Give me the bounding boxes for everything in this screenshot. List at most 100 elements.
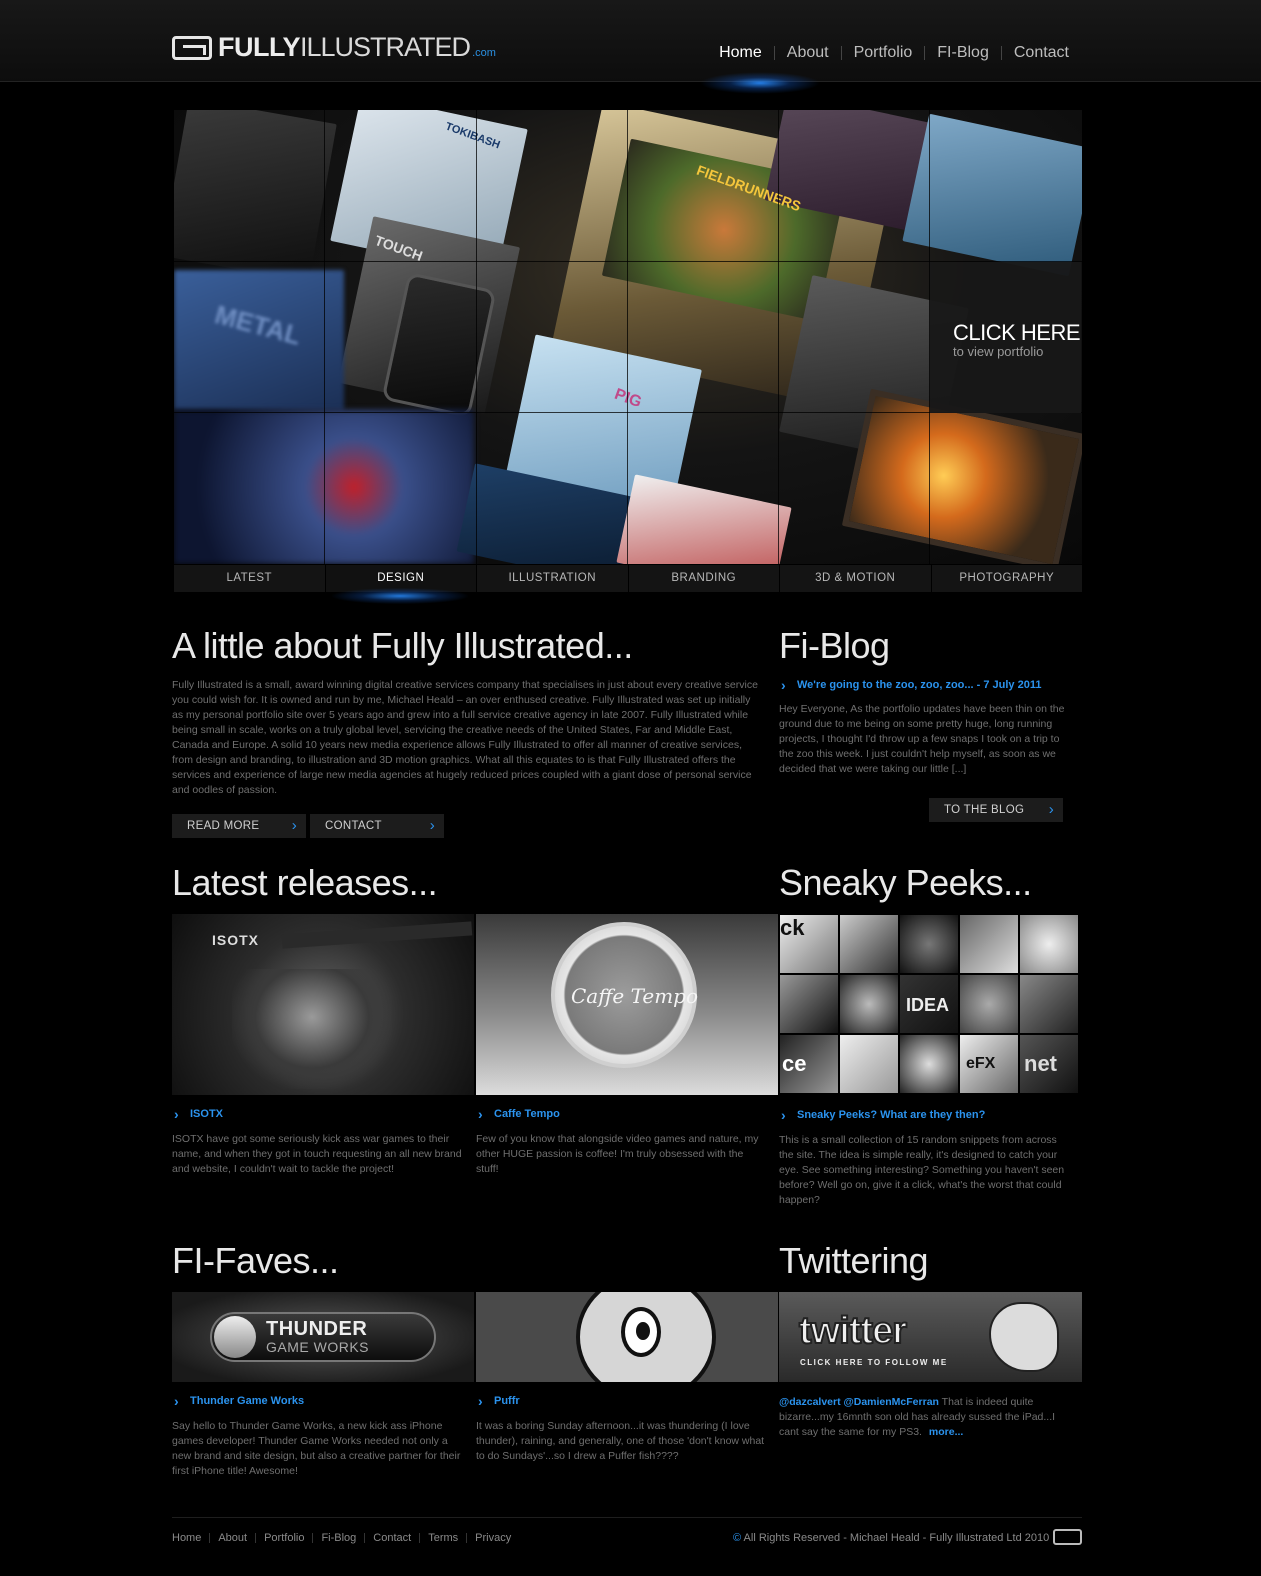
peek-tile[interactable]: net [1019, 1034, 1079, 1094]
hero-shot [841, 388, 1082, 564]
nav-active-glow [700, 72, 820, 94]
contact-label: CONTACT [325, 820, 382, 832]
chevron-right-icon: › [1048, 801, 1054, 818]
puffer-pupil-icon [636, 1322, 650, 1340]
footer-terms-link[interactable]: Terms [420, 1532, 466, 1544]
logo-light-text: ILLUSTRATED [300, 32, 471, 62]
sneaky-peeks-link[interactable]: Sneaky Peeks? What are they then? [779, 1107, 985, 1123]
sneaky-peeks-grid: ck IDEA ce eFX net [779, 914, 1082, 1095]
isotx-site-bar [281, 921, 473, 949]
hero-grid-line [778, 110, 779, 564]
footer-blog-link[interactable]: Fi-Blog [313, 1532, 364, 1544]
twitter-follow-thumbnail[interactable]: twitter CLICK HERE TO FOLLOW ME [779, 1292, 1082, 1382]
footer-about-link[interactable]: About [210, 1532, 255, 1544]
thunder-game-works-thumbnail[interactable]: THUNDER GAME WORKS [172, 1292, 474, 1382]
puffr-thumbnail[interactable] [476, 1292, 778, 1382]
tweet-more-link[interactable]: more... [929, 1426, 963, 1438]
peek-tile[interactable]: IDEA [899, 974, 959, 1034]
peek-tile[interactable]: eFX [959, 1034, 1019, 1094]
peek-tile[interactable] [899, 1034, 959, 1094]
isotx-link[interactable]: ISOTX [172, 1106, 223, 1122]
tweet-text-block: @dazcalvert @DamienMcFerran That is inde… [779, 1395, 1071, 1440]
tab-illustration[interactable]: ILLUSTRATION [477, 565, 629, 592]
peek-tile[interactable] [899, 914, 959, 974]
peek-tile[interactable] [959, 974, 1019, 1034]
peek-tile-text: IDEA [906, 995, 950, 1015]
twitter-follow-text: CLICK HERE TO FOLLOW ME [800, 1358, 948, 1367]
nav-home[interactable]: Home [707, 44, 774, 62]
tweet-handles[interactable]: @dazcalvert @DamienMcFerran [779, 1396, 939, 1408]
peek-tile[interactable] [839, 1034, 899, 1094]
view-portfolio-cta[interactable]: CLICK HERE to view portfolio [930, 262, 1081, 413]
tab-latest[interactable]: LATEST [174, 565, 326, 592]
peek-tile[interactable] [1019, 974, 1079, 1034]
caffe-tempo-thumb-text: Caffe Tempo [571, 984, 699, 1008]
footer-nav: Home About Portfolio Fi-Blog Contact Ter… [172, 1532, 519, 1544]
cta-title: CLICK HERE [953, 320, 1081, 345]
latest-releases-heading: Latest releases... [172, 862, 438, 903]
footer-logo-icon[interactable] [1053, 1529, 1082, 1545]
blog-post-link[interactable]: We're going to the zoo, zoo, zoo... - 7 … [779, 677, 1041, 693]
main-nav: Home About Portfolio FI-Blog Contact [707, 44, 1081, 62]
thunder-title: THUNDER [266, 1318, 368, 1340]
footer-home-link[interactable]: Home [172, 1532, 209, 1544]
to-the-blog-button[interactable]: TO THE BLOG › [929, 798, 1063, 822]
footer-portfolio-link[interactable]: Portfolio [256, 1532, 312, 1544]
isotx-thumbnail[interactable]: ISOTX [172, 914, 474, 1095]
sneaky-peeks-heading: Sneaky Peeks... [779, 862, 1032, 903]
read-more-button[interactable]: READ MORE › [172, 814, 306, 838]
contact-button[interactable]: CONTACT › [310, 814, 444, 838]
tab-photography[interactable]: PHOTOGRAPHY [931, 565, 1082, 592]
nav-contact[interactable]: Contact [1002, 44, 1081, 62]
twittering-heading: Twittering [779, 1240, 929, 1281]
footer-privacy-link[interactable]: Privacy [467, 1532, 519, 1544]
twitter-bird-icon [989, 1302, 1059, 1372]
fi-faves-heading: FI-Faves... [172, 1240, 339, 1281]
tab-branding[interactable]: BRANDING [628, 565, 780, 592]
site-header: FULLY ILLUSTRATED .com Home About Portfo… [0, 0, 1261, 82]
portfolio-hero[interactable]: FIELDRUNNERS TOUCH TOKIBASH PIG METAL CL… [174, 110, 1082, 564]
sneaky-peeks-text: This is a small collection of 15 random … [779, 1134, 1065, 1206]
peek-tile[interactable]: ck [779, 914, 839, 974]
puffr-link[interactable]: Puffr [476, 1393, 520, 1409]
puffr-text: It was a boring Sunday afternoon...it wa… [476, 1420, 765, 1462]
hero-grid-line [324, 110, 325, 564]
nav-about[interactable]: About [775, 44, 841, 62]
about-heading: A little about Fully Illustrated... [172, 625, 633, 666]
peek-tile-text: eFX [966, 1055, 996, 1072]
isotx-soldiers-art [232, 969, 392, 1089]
copyright-text: All Rights Reserved - Michael Heald - Fu… [741, 1532, 1050, 1544]
to-the-blog-label: TO THE BLOG [944, 804, 1025, 816]
copyright-notice: © All Rights Reserved - Michael Heald - … [733, 1532, 1049, 1544]
nav-portfolio[interactable]: Portfolio [842, 44, 925, 62]
footer-contact-link[interactable]: Contact [365, 1532, 419, 1544]
thunder-game-works-text: Say hello to Thunder Game Works, a new k… [172, 1420, 461, 1477]
blog-post-excerpt: Hey Everyone, As the portfolio updates h… [779, 703, 1065, 775]
nav-fi-blog[interactable]: FI-Blog [925, 44, 1001, 62]
peek-tile-text: ce [782, 1051, 807, 1076]
peek-tile[interactable] [1019, 914, 1079, 974]
peek-tile[interactable] [839, 974, 899, 1034]
site-logo[interactable]: FULLY ILLUSTRATED .com [172, 32, 496, 62]
twitter-logo-text: twitter [798, 1309, 908, 1353]
read-more-label: READ MORE [187, 820, 260, 832]
caffe-tempo-thumbnail[interactable]: Caffe Tempo [476, 914, 778, 1095]
tab-3d-motion[interactable]: 3D & MOTION [780, 565, 932, 592]
tab-active-glow [332, 588, 468, 604]
peek-tile-text: net [1024, 1051, 1057, 1076]
cta-subtitle: to view portfolio [953, 344, 1044, 359]
isotx-thumb-logo: ISOTX [212, 932, 260, 948]
logo-bold-text: FULLY [218, 32, 301, 62]
peek-tile[interactable] [779, 974, 839, 1034]
chevron-right-icon: › [291, 817, 297, 834]
about-text: Fully Illustrated is a small, award winn… [172, 679, 758, 796]
peek-tile[interactable] [959, 914, 1019, 974]
chevron-right-icon: › [429, 817, 435, 834]
blog-heading: Fi-Blog [779, 625, 890, 666]
peek-tile[interactable] [839, 914, 899, 974]
peek-tile[interactable]: ce [779, 1034, 839, 1094]
logo-suffix: .com [472, 47, 496, 59]
caffe-tempo-link[interactable]: Caffe Tempo [476, 1106, 560, 1122]
thunder-game-works-link[interactable]: Thunder Game Works [172, 1393, 304, 1409]
hero-shot [174, 110, 337, 282]
